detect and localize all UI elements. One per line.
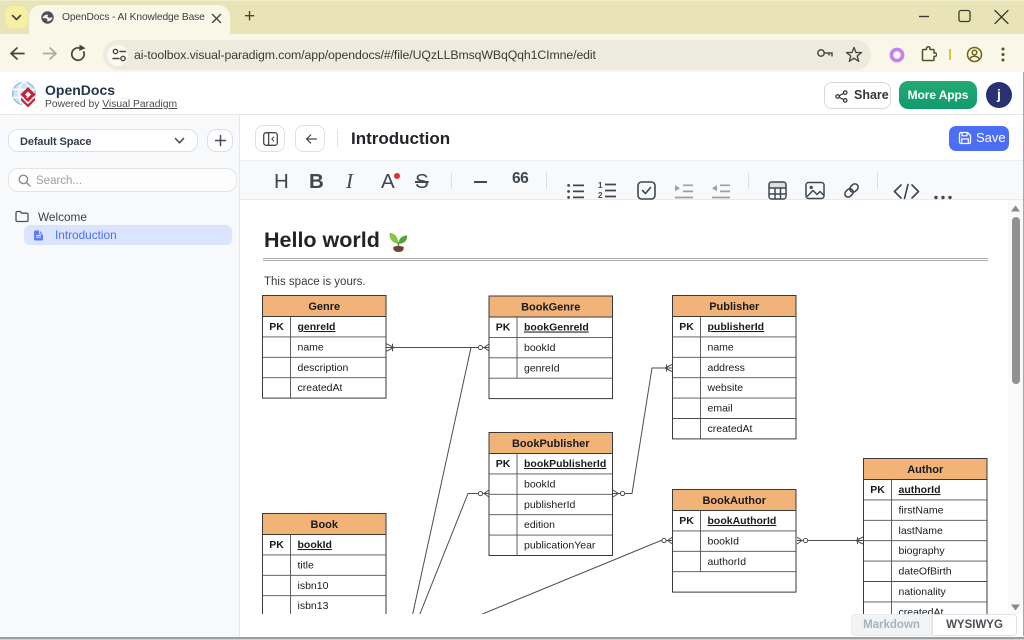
svg-text:PK: PK [679,515,694,527]
svg-text:website: website [707,382,744,394]
svg-text:2: 2 [598,191,603,200]
svg-text:PK: PK [269,539,284,551]
svg-text:createdAt: createdAt [708,423,753,435]
svg-text:bookAuthorId: bookAuthorId [708,515,777,527]
svg-text:Publisher: Publisher [709,301,760,313]
svg-text:PK: PK [269,321,284,333]
svg-text:bookGenreId: bookGenreId [524,322,589,334]
svg-text:firstName: firstName [899,504,944,516]
svg-text:bookId: bookId [298,539,332,551]
svg-text:biography: biography [899,545,946,557]
svg-text:bookId: bookId [524,342,556,354]
svg-text:isbn13: isbn13 [298,600,329,612]
svg-text:PK: PK [870,484,885,496]
svg-text:Genre: Genre [308,301,340,313]
svg-text:PK: PK [496,458,511,470]
svg-text:authorId: authorId [899,484,941,496]
svg-text:publisherId: publisherId [708,321,765,333]
svg-text:BookAuthor: BookAuthor [702,495,766,507]
svg-text:Author: Author [907,464,944,476]
svg-text:genreId: genreId [298,321,336,333]
svg-text:Book: Book [311,519,339,531]
svg-text:title: title [298,559,315,571]
svg-text:nationality: nationality [899,586,947,598]
svg-text:edition: edition [524,519,555,531]
svg-text:bookId: bookId [524,478,556,490]
svg-text:createdAt: createdAt [298,382,343,394]
svg-text:authorId: authorId [708,556,747,568]
svg-text:dateOfBirth: dateOfBirth [899,566,952,578]
svg-text:bookId: bookId [708,535,740,547]
svg-text:genreId: genreId [524,362,560,374]
svg-text:address: address [708,362,745,374]
svg-text:name: name [298,341,324,353]
svg-text:name: name [708,341,734,353]
svg-text:lastName: lastName [899,525,944,537]
svg-text:bookPublisherId: bookPublisherId [524,458,606,470]
svg-text:isbn10: isbn10 [298,580,329,592]
svg-text:PK: PK [496,322,511,334]
svg-text:publicationYear: publicationYear [524,540,596,552]
svg-text:1: 1 [598,181,603,190]
svg-text:createdAt: createdAt [899,606,944,614]
svg-text:email: email [708,403,733,415]
svg-text:BookPublisher: BookPublisher [512,438,590,450]
svg-text:BookGenre: BookGenre [521,302,580,314]
svg-text:PK: PK [679,321,694,333]
svg-text:description: description [298,362,349,374]
svg-text:publisherId: publisherId [524,499,576,511]
